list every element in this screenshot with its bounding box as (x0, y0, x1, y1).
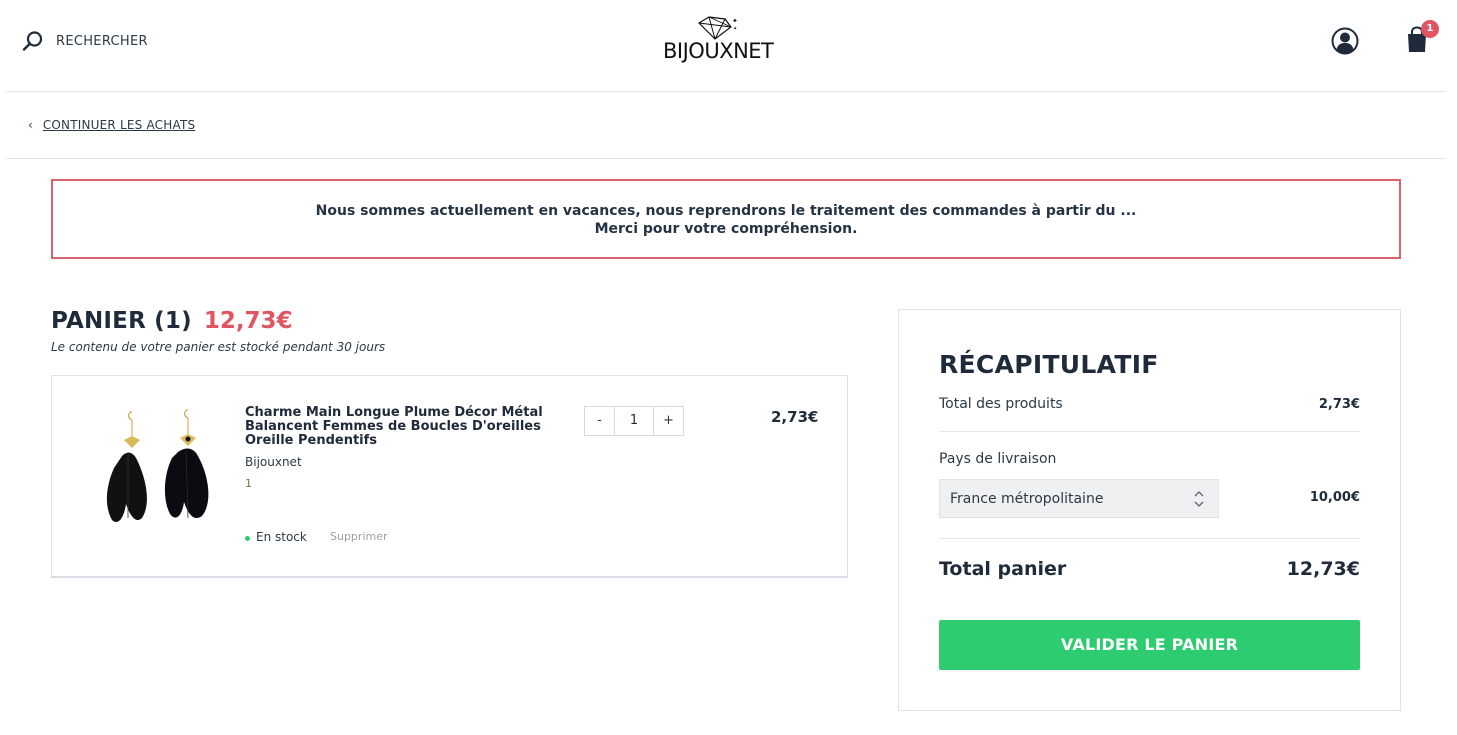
shipping-country-label: Pays de livraison (939, 451, 1057, 467)
search-button[interactable]: RECHERCHER (22, 30, 148, 52)
shopping-bag-icon (1405, 26, 1429, 58)
stock-dot-icon (245, 535, 250, 541)
shipping-country-select[interactable]: France métropolitaine (939, 479, 1219, 518)
logo-text: BIJOUXNET (663, 39, 774, 63)
chevron-left-icon: ‹ (28, 118, 33, 132)
search-icon (22, 30, 44, 52)
cart-heading: PANIER (1) 12,73€ (51, 308, 293, 334)
user-icon (1331, 27, 1359, 59)
summary-divider (939, 538, 1360, 539)
cart-total-heading: 12,73€ (203, 308, 293, 334)
summary-title: RÉCAPITULATIF (939, 350, 1159, 379)
product-variant: 1 (245, 477, 252, 490)
vacation-notice: Nous sommes actuellement en vacances, no… (51, 179, 1401, 259)
stock-label: En stock (256, 530, 307, 544)
header-divider (6, 91, 1446, 92)
cart-total-label: Total panier (939, 558, 1067, 580)
products-total-value: 2,73€ (1318, 397, 1360, 412)
site-logo[interactable]: ✦ ✦ BIJOUXNET (663, 15, 793, 67)
cart-item: Charme Main Longue Plume Décor Métal Bal… (51, 375, 848, 578)
site-header: RECHERCHER ✦ ✦ BIJOUXNET 1 (0, 0, 1457, 92)
product-brand: Bijouxnet (245, 455, 302, 469)
account-button[interactable] (1331, 27, 1359, 59)
stock-status: En stock (245, 530, 307, 544)
notice-line-1: Nous sommes actuellement en vacances, no… (315, 203, 1137, 219)
cart-title: PANIER (1) (51, 308, 192, 334)
remove-item-link[interactable]: Supprimer (330, 530, 388, 543)
product-image[interactable] (92, 406, 222, 536)
cart-count-badge: 1 (1421, 20, 1439, 38)
order-summary: RÉCAPITULATIF Total des produits 2,73€ P… (898, 309, 1401, 711)
continue-shopping-link[interactable]: ‹ CONTINUER LES ACHATS (28, 118, 195, 132)
quantity-stepper: - 1 + (584, 406, 684, 436)
country-selected-value: France métropolitaine (950, 491, 1104, 507)
notice-line-2: Merci pour votre compréhension. (594, 221, 858, 237)
diamond-logo-icon: ✦ ✦ (698, 16, 738, 40)
summary-divider (939, 431, 1360, 432)
cart-total-value: 12,73€ (1286, 558, 1360, 580)
validate-cart-button[interactable]: VALIDER LE PANIER (939, 620, 1360, 670)
svg-text:✦: ✦ (733, 26, 737, 32)
product-price: 2,73€ (771, 408, 819, 426)
quantity-increase-button[interactable]: + (654, 407, 683, 435)
nav-divider (6, 158, 1446, 159)
product-name[interactable]: Charme Main Longue Plume Décor Métal Bal… (245, 406, 565, 448)
cart-storage-note: Le contenu de votre panier est stocké pe… (51, 340, 386, 354)
continue-shopping-label: CONTINUER LES ACHATS (42, 118, 196, 132)
products-total-label: Total des produits (939, 396, 1063, 412)
quantity-decrease-button[interactable]: - (585, 407, 614, 435)
search-label: RECHERCHER (56, 33, 148, 49)
select-arrows-icon (1194, 489, 1204, 513)
svg-text:✦: ✦ (732, 17, 738, 25)
shipping-cost-value: 10,00€ (1309, 490, 1360, 505)
quantity-input[interactable]: 1 (614, 407, 654, 435)
